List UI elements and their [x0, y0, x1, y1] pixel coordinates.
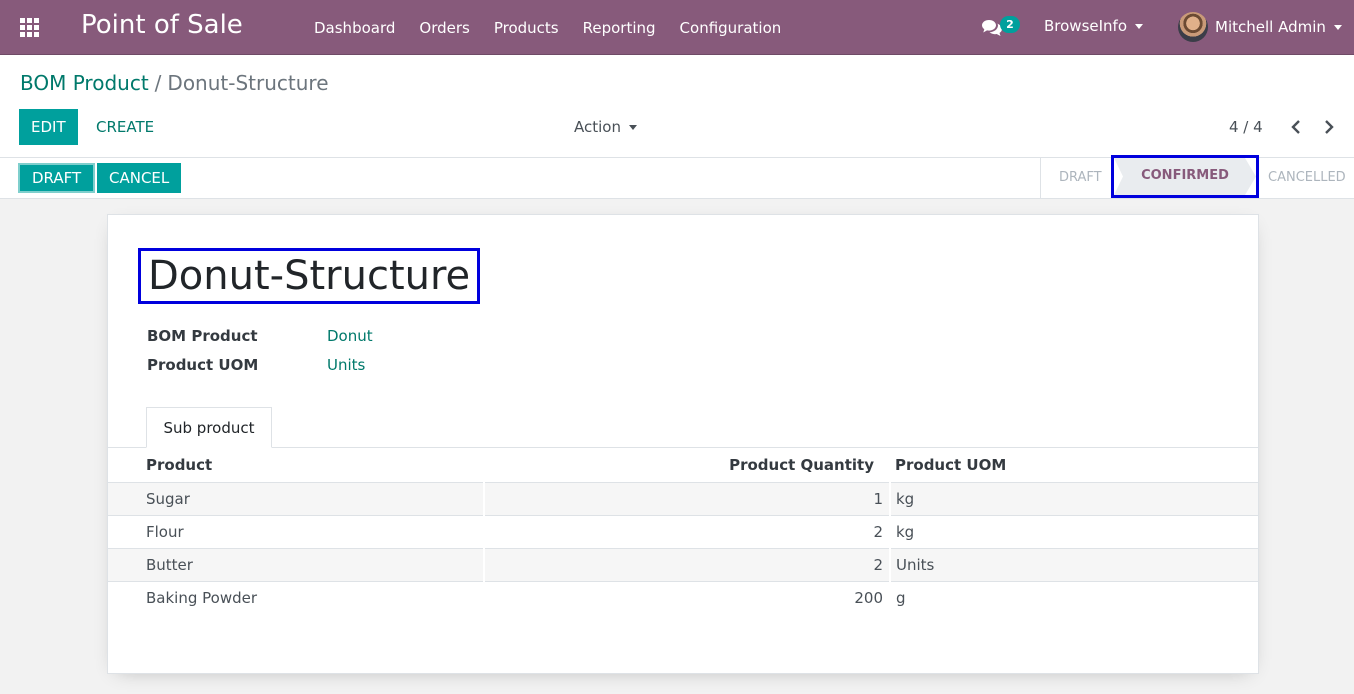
- control-panel: BOM Product / Donut-Structure EDIT CREATE …: [0, 55, 1354, 158]
- table-row[interactable]: Flour 2 kg: [108, 515, 1258, 549]
- cell-quantity: 1: [484, 482, 891, 516]
- stage-confirmed-label: CONFIRMED: [1141, 168, 1229, 183]
- stage-cancelled[interactable]: CANCELLED: [1268, 170, 1346, 185]
- cell-uom: kg: [890, 515, 1258, 549]
- caret-down-icon: [1135, 24, 1144, 29]
- status-bar: DRAFT CANCEL DRAFT CONFIRMED CANCELLED: [0, 155, 1354, 199]
- breadcrumb-parent-link[interactable]: BOM Product: [20, 71, 149, 95]
- user-menu[interactable]: Mitchell Admin: [1178, 12, 1342, 42]
- table-row[interactable]: Butter 2 Units: [108, 548, 1258, 582]
- field-bom-product: BOM Product Donut: [147, 327, 373, 345]
- tab-sub-product[interactable]: Sub product: [146, 407, 272, 448]
- company-name: BrowseInfo: [1044, 17, 1128, 35]
- menu-item-configuration[interactable]: Configuration: [668, 19, 794, 37]
- cell-uom: Units: [890, 548, 1258, 582]
- menu-item-orders[interactable]: Orders: [407, 19, 481, 37]
- stage-confirmed[interactable]: CONFIRMED: [1111, 155, 1259, 198]
- stage-draft[interactable]: DRAFT: [1059, 170, 1102, 185]
- cell-product: Butter: [108, 548, 485, 582]
- edit-button[interactable]: EDIT: [19, 109, 78, 145]
- action-dropdown[interactable]: Action: [574, 118, 637, 136]
- table-row[interactable]: Sugar 1 kg: [108, 482, 1258, 516]
- cell-uom: kg: [890, 482, 1258, 516]
- breadcrumb-separator: /: [154, 71, 162, 95]
- form-sheet: Donut-Structure BOM Product Donut Produc…: [107, 214, 1259, 674]
- chevron-right-icon: [1325, 120, 1334, 134]
- field-value-product-uom[interactable]: Units: [327, 356, 365, 374]
- field-value-bom-product[interactable]: Donut: [327, 327, 373, 345]
- cell-product: Flour: [108, 515, 485, 549]
- breadcrumb: BOM Product / Donut-Structure: [20, 71, 329, 95]
- pager-value[interactable]: 4 / 4: [1229, 118, 1263, 136]
- notebook-tabs: Sub product: [108, 407, 1258, 448]
- messages-button[interactable]: 2: [982, 16, 1022, 40]
- column-header-quantity[interactable]: Product Quantity: [484, 448, 890, 483]
- breadcrumb-current: Donut-Structure: [167, 71, 329, 95]
- sub-product-table: Product Product Quantity Product UOM Sug…: [108, 448, 1258, 614]
- company-switcher[interactable]: BrowseInfo: [1044, 17, 1144, 35]
- field-product-uom: Product UOM Units: [147, 356, 365, 374]
- cell-uom: g: [896, 588, 906, 607]
- cell-quantity: 2: [484, 515, 891, 549]
- create-button[interactable]: CREATE: [86, 109, 164, 145]
- action-label: Action: [574, 118, 621, 136]
- field-label-bom-product: BOM Product: [147, 327, 258, 345]
- top-navbar: Point of Sale Dashboard Orders Products …: [0, 0, 1354, 55]
- table-row[interactable]: Baking Powder 200 g: [108, 581, 1258, 614]
- pager-next-button[interactable]: [1317, 115, 1341, 139]
- chevron-left-icon: [1291, 120, 1300, 134]
- caret-down-icon: [628, 125, 637, 130]
- pager-previous-button[interactable]: [1284, 115, 1308, 139]
- messages-count-badge: 2: [1000, 16, 1020, 33]
- cell-quantity: 200: [484, 581, 891, 614]
- field-label-product-uom: Product UOM: [147, 356, 259, 374]
- user-name: Mitchell Admin: [1215, 18, 1326, 36]
- cell-product: Sugar: [108, 482, 485, 516]
- menu-item-reporting[interactable]: Reporting: [571, 19, 668, 37]
- cancel-button[interactable]: CANCEL: [97, 163, 182, 193]
- app-title[interactable]: Point of Sale: [81, 10, 243, 40]
- caret-down-icon: [1333, 24, 1342, 30]
- apps-menu-icon[interactable]: [20, 18, 40, 37]
- set-draft-button[interactable]: DRAFT: [18, 163, 96, 193]
- menu-item-products[interactable]: Products: [482, 19, 571, 37]
- column-header-uom[interactable]: Product UOM: [890, 448, 1258, 483]
- chat-bubbles-icon: [982, 20, 1002, 36]
- table-header-row: Product Product Quantity Product UOM: [108, 448, 1258, 483]
- record-title: Donut-Structure: [148, 253, 471, 299]
- column-header-product[interactable]: Product: [108, 448, 484, 483]
- avatar: [1178, 12, 1208, 42]
- status-stages: DRAFT CONFIRMED CANCELLED: [1040, 155, 1354, 198]
- cell-product: Baking Powder: [108, 581, 485, 614]
- main-menu: Dashboard Orders Products Reporting Conf…: [302, 0, 793, 55]
- record-title-box: Donut-Structure: [138, 248, 481, 304]
- menu-item-dashboard[interactable]: Dashboard: [302, 19, 407, 37]
- cell-quantity: 2: [484, 548, 891, 582]
